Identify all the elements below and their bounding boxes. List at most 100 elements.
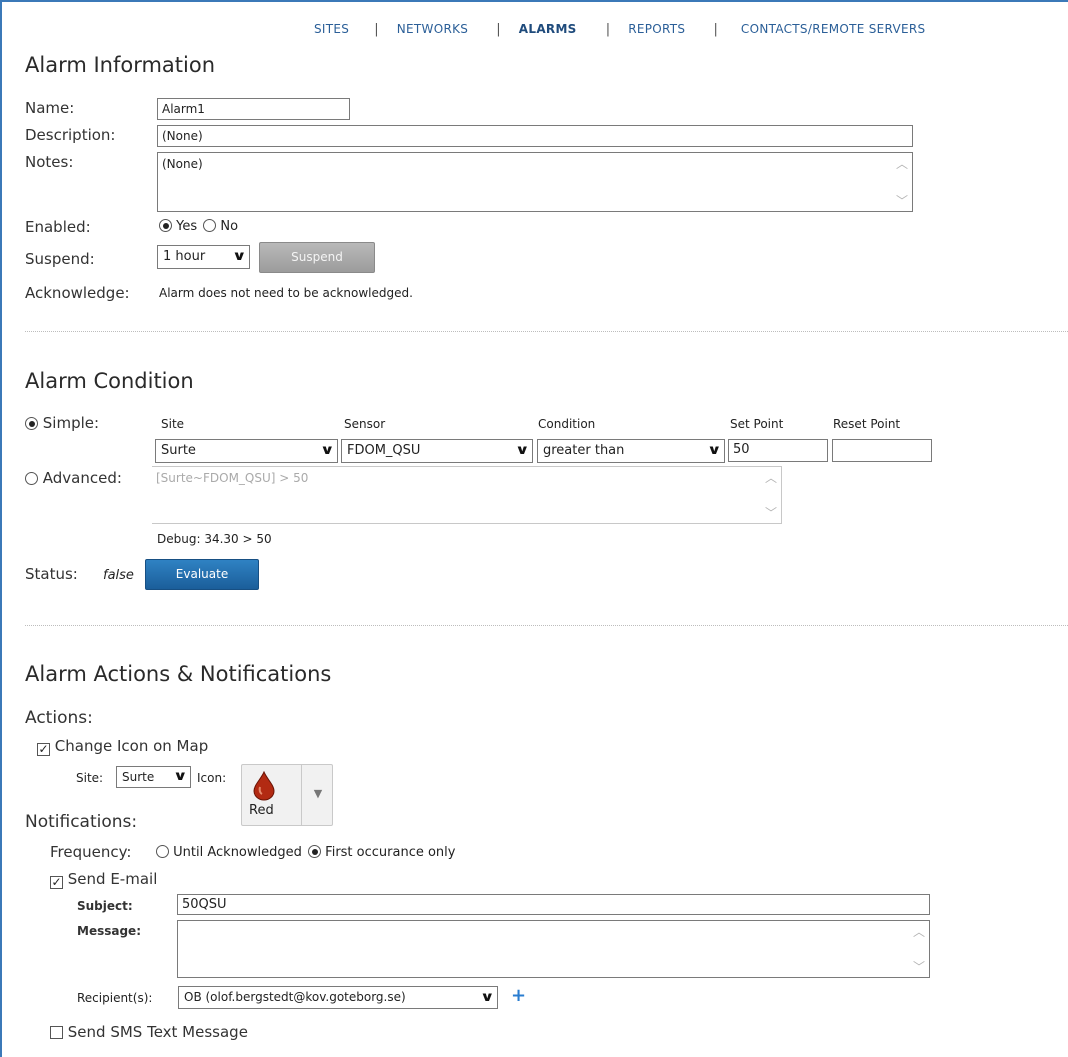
icon-dropdown-arrow[interactable]: ▼ (304, 787, 332, 800)
subject-input[interactable]: 50QSU (177, 894, 930, 915)
advanced-expression-text: [Surte~FDOM_QSU] > 50 (156, 471, 309, 485)
acknowledge-text: Alarm does not need to be acknowledged. (159, 286, 413, 300)
name-label: Name: (25, 99, 75, 117)
frequency-label: Frequency: (50, 843, 132, 861)
alarm-actions-title: Alarm Actions & Notifications (25, 662, 332, 686)
notes-textarea[interactable]: (None) ︿ ﹀ (157, 152, 913, 212)
nav-contacts-remote-servers[interactable]: CONTACTS/REMOTE SERVERS (741, 22, 926, 36)
map-site-label: Site: (76, 771, 104, 785)
send-sms-option[interactable]: Send SMS Text Message (50, 1023, 248, 1041)
scroll-down-icon[interactable]: ﹀ (913, 958, 925, 975)
notes-text: (None) (162, 157, 203, 171)
set-point-column-header: Set Point (730, 417, 784, 431)
suspend-duration-select[interactable]: 1 hour ∨ (157, 245, 250, 269)
nav-separator: | (713, 22, 718, 37)
scroll-up-icon[interactable]: ︿ (896, 155, 908, 172)
suspend-label: Suspend: (25, 250, 95, 268)
sensor-select[interactable]: FDOM_QSU ∨ (341, 439, 533, 463)
drop-icon (253, 771, 275, 801)
frequency-first-only-label: First occurance only (325, 845, 456, 860)
section-divider (25, 331, 1068, 332)
change-icon-checkbox[interactable]: ✓ (37, 743, 50, 756)
sensor-select-value: FDOM_QSU (347, 443, 421, 458)
site-column-header: Site (161, 417, 185, 431)
simple-mode-option[interactable]: Simple: (25, 414, 99, 432)
change-icon-option[interactable]: ✓ Change Icon on Map (37, 737, 208, 756)
add-recipient-icon[interactable]: + (511, 985, 526, 1006)
description-input[interactable]: (None) (157, 125, 913, 147)
chevron-down-icon: ∨ (515, 443, 531, 458)
status-label: Status: (25, 565, 78, 583)
simple-mode-radio[interactable] (25, 417, 38, 430)
enabled-no-label: No (220, 219, 239, 234)
map-site-value: Surte (122, 770, 155, 784)
map-icon-picker[interactable]: Red ▼ (241, 764, 333, 826)
chevron-down-icon: ∨ (173, 769, 189, 784)
send-email-label: Send E-mail (67, 870, 158, 888)
site-select[interactable]: Surte ∨ (155, 439, 338, 463)
nav-networks[interactable]: NETWORKS (397, 22, 468, 36)
suspend-button[interactable]: Suspend (259, 242, 375, 273)
frequency-until-ack-radio[interactable] (156, 845, 169, 858)
message-label: Message: (77, 924, 141, 938)
nav-reports[interactable]: REPORTS (628, 22, 685, 36)
frequency-radio-group: Until Acknowledged First occurance only (156, 845, 455, 860)
evaluate-button[interactable]: Evaluate (145, 559, 259, 590)
notes-label: Notes: (25, 153, 74, 171)
advanced-scrollbar[interactable]: ︿ ﹀ (763, 469, 779, 521)
enabled-no-radio[interactable] (203, 219, 217, 232)
condition-select[interactable]: greater than ∨ (537, 439, 725, 463)
send-sms-label: Send SMS Text Message (67, 1023, 248, 1041)
frequency-first-only-radio[interactable] (308, 845, 322, 858)
condition-select-value: greater than (543, 443, 625, 458)
icon-name-label: Red (249, 803, 274, 818)
send-sms-checkbox[interactable] (50, 1026, 63, 1039)
actions-label: Actions: (25, 708, 93, 728)
advanced-mode-radio[interactable] (25, 472, 38, 485)
chevron-down-icon: ∨ (480, 990, 496, 1005)
scroll-down-icon[interactable]: ﹀ (896, 192, 908, 209)
enabled-yes-radio[interactable] (159, 219, 172, 232)
advanced-mode-option[interactable]: Advanced: (25, 469, 122, 487)
notes-scrollbar[interactable]: ︿ ﹀ (894, 155, 910, 209)
nav-sites[interactable]: SITES (314, 22, 349, 36)
reset-point-column-header: Reset Point (833, 417, 901, 431)
change-icon-label: Change Icon on Map (54, 737, 209, 755)
message-textarea[interactable]: ︿ ﹀ (177, 920, 930, 978)
acknowledge-label: Acknowledge: (25, 284, 130, 302)
nav-separator: | (496, 22, 501, 37)
nav-separator: | (605, 22, 611, 37)
enabled-label: Enabled: (25, 218, 91, 236)
scroll-up-icon[interactable]: ︿ (765, 469, 777, 486)
map-icon-label: Icon: (197, 771, 227, 785)
debug-text: Debug: 34.30 > 50 (157, 532, 272, 546)
reset-point-input[interactable] (832, 439, 932, 462)
advanced-expression-textarea[interactable]: [Surte~FDOM_QSU] > 50 ︿ ﹀ (152, 466, 782, 524)
description-label: Description: (25, 126, 116, 144)
chevron-down-icon: ∨ (232, 249, 248, 264)
nav-alarms[interactable]: ALARMS (519, 22, 577, 36)
send-email-option[interactable]: ✓ Send E-mail (50, 870, 157, 889)
condition-column-header: Condition (538, 417, 596, 431)
nav-separator: | (374, 22, 379, 37)
site-select-value: Surte (161, 443, 196, 458)
map-site-select[interactable]: Surte ∨ (116, 766, 191, 788)
icon-preview: Red (242, 765, 302, 825)
sensor-column-header: Sensor (344, 417, 386, 431)
scroll-down-icon[interactable]: ﹀ (765, 504, 777, 521)
send-email-checkbox[interactable]: ✓ (50, 876, 63, 889)
name-input[interactable]: Alarm1 (157, 98, 350, 120)
simple-mode-label: Simple: (42, 414, 100, 432)
set-point-input[interactable]: 50 (728, 439, 828, 462)
scroll-up-icon[interactable]: ︿ (913, 923, 925, 940)
chevron-down-icon: ∨ (707, 443, 723, 458)
notifications-label: Notifications: (25, 812, 138, 832)
advanced-mode-label: Advanced: (42, 469, 122, 487)
alarm-information-title: Alarm Information (25, 53, 216, 77)
enabled-radio-group: Yes No (159, 219, 238, 234)
alarm-condition-title: Alarm Condition (25, 369, 194, 393)
message-scrollbar[interactable]: ︿ ﹀ (911, 923, 927, 975)
status-value: false (103, 568, 134, 583)
subject-label: Subject: (77, 899, 133, 913)
recipients-select[interactable]: OB (olof.bergstedt@kov.goteborg.se) ∨ (178, 986, 498, 1009)
